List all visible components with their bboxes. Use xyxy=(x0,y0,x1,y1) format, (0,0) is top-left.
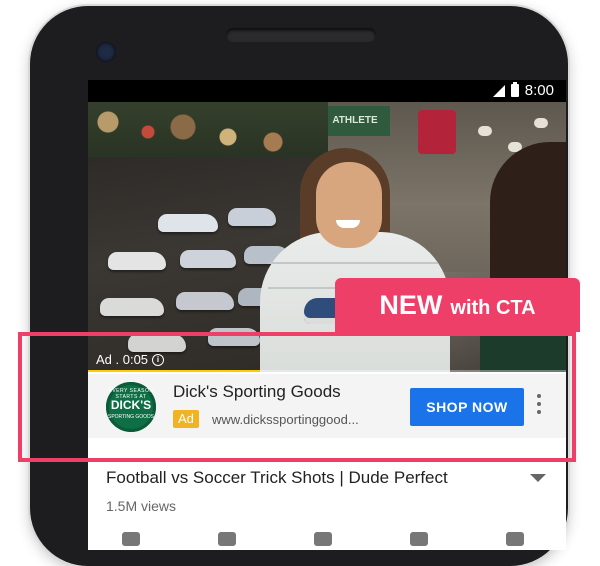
action-row xyxy=(88,528,566,548)
shoe xyxy=(158,214,218,232)
expand-chevron-icon[interactable] xyxy=(530,474,546,482)
shoe xyxy=(180,250,236,268)
girl-face xyxy=(316,162,382,248)
shoe xyxy=(228,208,276,226)
save-icon[interactable] xyxy=(410,532,428,546)
like-icon[interactable] xyxy=(122,532,140,546)
shoe xyxy=(108,252,166,270)
shoe xyxy=(100,298,164,316)
battery-icon xyxy=(510,82,519,97)
red-bag-decoration xyxy=(418,110,456,154)
ceiling-lamp xyxy=(478,126,492,136)
promo-with-cta: with CTA xyxy=(450,297,536,319)
ceiling-lamp xyxy=(534,118,548,128)
more-icon[interactable] xyxy=(506,532,524,546)
jacket-quilt-line xyxy=(268,262,438,264)
view-count: 1.5M views xyxy=(106,498,177,514)
shoe xyxy=(176,292,234,310)
video-title[interactable]: Football vs Soccer Trick Shots | Dude Pe… xyxy=(106,468,448,488)
promo-label: NEW with CTA xyxy=(335,278,580,332)
cta-highlight-frame xyxy=(18,332,576,462)
promo-new: NEW xyxy=(379,290,443,320)
speaker-grille xyxy=(226,28,376,42)
status-bar: 8:00 xyxy=(88,80,566,102)
dislike-icon[interactable] xyxy=(218,532,236,546)
signal-icon xyxy=(492,84,505,97)
store-banner: ATHLETE xyxy=(320,106,390,136)
status-time: 8:00 xyxy=(524,82,554,99)
status-icons: 8:00 xyxy=(492,82,554,99)
front-camera xyxy=(96,42,116,62)
holiday-garland xyxy=(88,102,328,157)
share-icon[interactable] xyxy=(314,532,332,546)
